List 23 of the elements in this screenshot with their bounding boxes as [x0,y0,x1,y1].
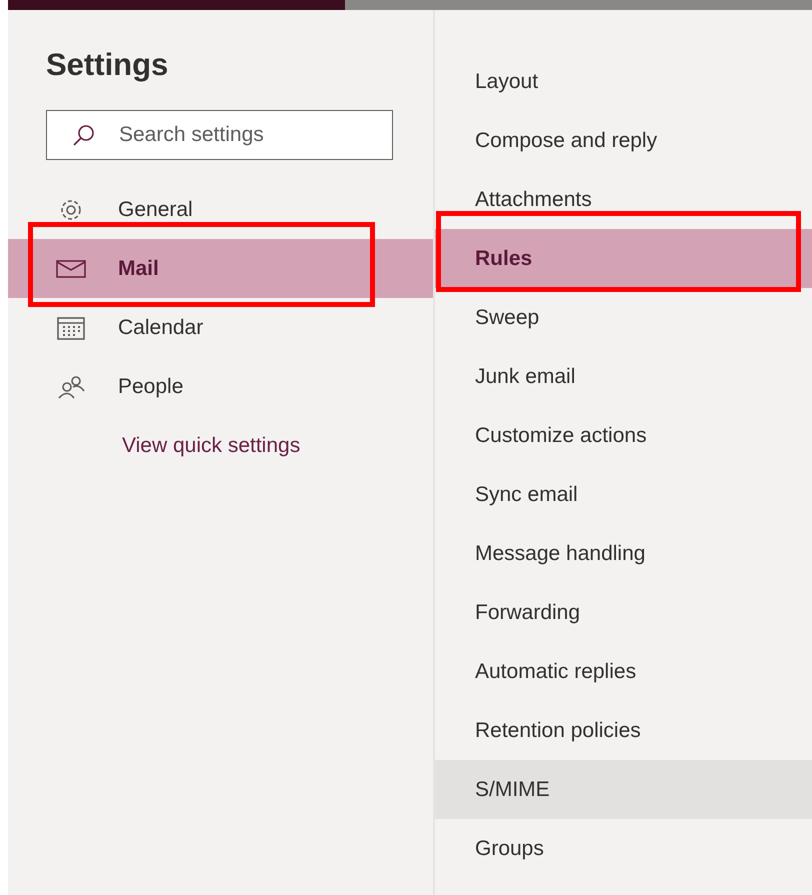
search-icon [72,123,96,147]
section-item[interactable]: Sync email [435,465,812,524]
calendar-icon [54,314,88,340]
section-item[interactable]: Retention policies [435,701,812,760]
quick-settings-link[interactable]: View quick settings [122,434,433,458]
section-item[interactable]: S/MIME [435,760,812,819]
section-item[interactable]: Junk email [435,347,812,406]
section-item[interactable]: Sweep [435,288,812,347]
section-item[interactable]: Groups [435,819,812,878]
category-item[interactable]: General [8,180,433,239]
section-item[interactable]: Customize actions [435,406,812,465]
section-item[interactable]: Layout [435,52,812,111]
section-item[interactable]: Forwarding [435,583,812,642]
category-item[interactable]: People [8,357,433,416]
category-item[interactable]: Mail [8,239,433,298]
section-item[interactable]: Compose and reply [435,111,812,170]
section-item[interactable]: Message handling [435,524,812,583]
section-item[interactable]: Rules [435,229,812,288]
category-item[interactable]: Calendar [8,298,433,357]
section-item[interactable]: Attachments [435,170,812,229]
search-field[interactable]: Search settings [46,110,393,160]
section-item[interactable]: Automatic replies [435,642,812,701]
settings-title: Settings [46,46,170,84]
